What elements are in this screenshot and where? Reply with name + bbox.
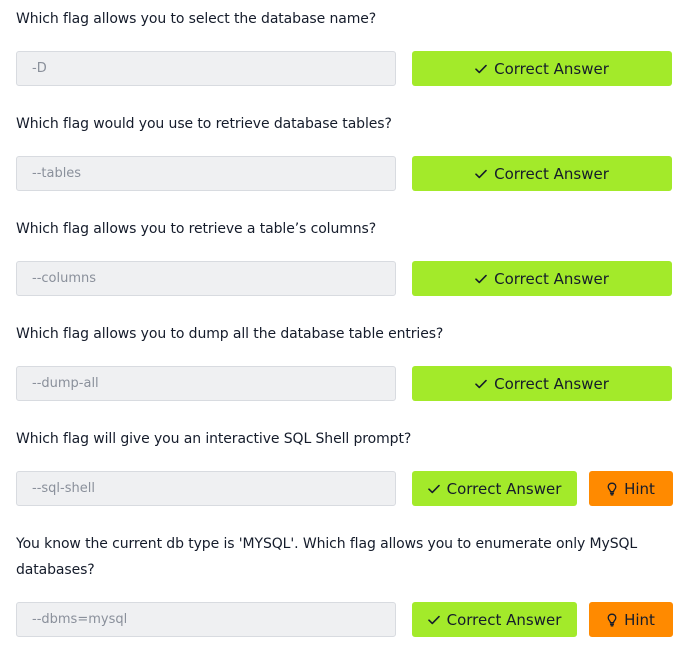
correct-answer-button[interactable]: Correct Answer <box>412 471 577 506</box>
question-text: Which flag would you use to retrieve dat… <box>16 116 392 132</box>
question-text: Which flag allows you to retrieve a tabl… <box>16 221 377 237</box>
question-text: Which flag allows you to select the data… <box>16 11 377 27</box>
answer-field[interactable]: --columns <box>16 261 396 296</box>
button-label: Correct Answer <box>446 479 562 498</box>
correct-answer-button[interactable]: Correct Answer <box>412 156 672 191</box>
answer-field[interactable]: --sql-shell <box>16 471 396 506</box>
lightbulb-icon <box>607 482 617 496</box>
button-label: Correct Answer <box>494 164 609 183</box>
hint-button[interactable]: Hint <box>589 602 673 637</box>
correct-answer-button[interactable]: Correct Answer <box>412 366 672 401</box>
button-label: Correct Answer <box>494 59 609 78</box>
answer-field[interactable]: -D <box>16 51 396 86</box>
button-label: Correct Answer <box>494 269 609 288</box>
check-icon <box>475 64 487 74</box>
lightbulb-icon <box>607 613 617 627</box>
question-text: Which flag allows you to dump all the da… <box>16 326 444 342</box>
check-icon <box>427 615 440 625</box>
question-text: Which flag will give you an interactive … <box>16 431 412 447</box>
button-label: Hint <box>624 479 655 498</box>
answer-field[interactable]: --tables <box>16 156 396 191</box>
task-answers-panel: Which flag allows you to select the data… <box>0 0 688 649</box>
check-icon <box>475 274 487 284</box>
check-icon <box>427 484 440 494</box>
correct-answer-button[interactable]: Correct Answer <box>412 261 672 296</box>
hint-button[interactable]: Hint <box>589 471 673 506</box>
check-icon <box>475 169 487 179</box>
button-label: Hint <box>624 610 655 629</box>
button-label: Correct Answer <box>494 374 609 393</box>
check-icon <box>475 379 487 389</box>
correct-answer-button[interactable]: Correct Answer <box>412 51 672 86</box>
correct-answer-button[interactable]: Correct Answer <box>412 602 577 637</box>
question-text: You know the current db type is 'MYSQL'.… <box>16 536 638 578</box>
button-label: Correct Answer <box>446 610 562 629</box>
answer-field[interactable]: --dbms=mysql <box>16 602 396 637</box>
answer-field[interactable]: --dump-all <box>16 366 396 401</box>
